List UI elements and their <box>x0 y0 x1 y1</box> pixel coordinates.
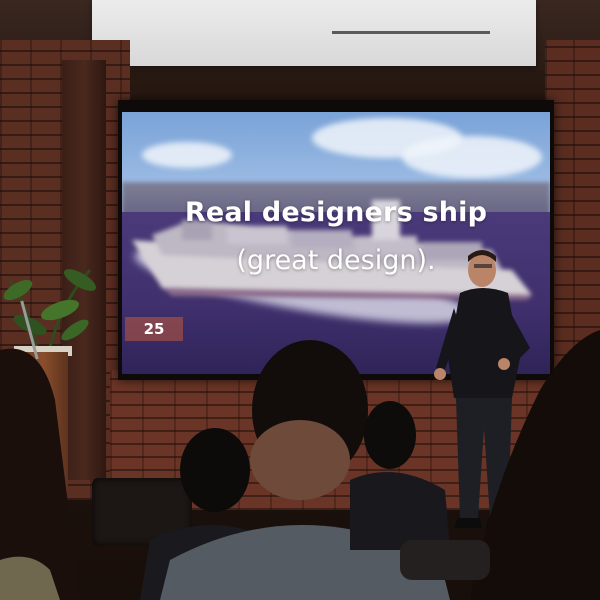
ceiling-panel <box>92 0 536 66</box>
slide-title: Real designers ship <box>184 197 488 228</box>
conference-talk-photo: Real designers ship (great design). 25 <box>0 0 600 600</box>
cloud <box>402 136 542 178</box>
cloud <box>142 142 232 168</box>
audience-heads <box>0 330 600 600</box>
ceiling-vent <box>332 31 490 34</box>
